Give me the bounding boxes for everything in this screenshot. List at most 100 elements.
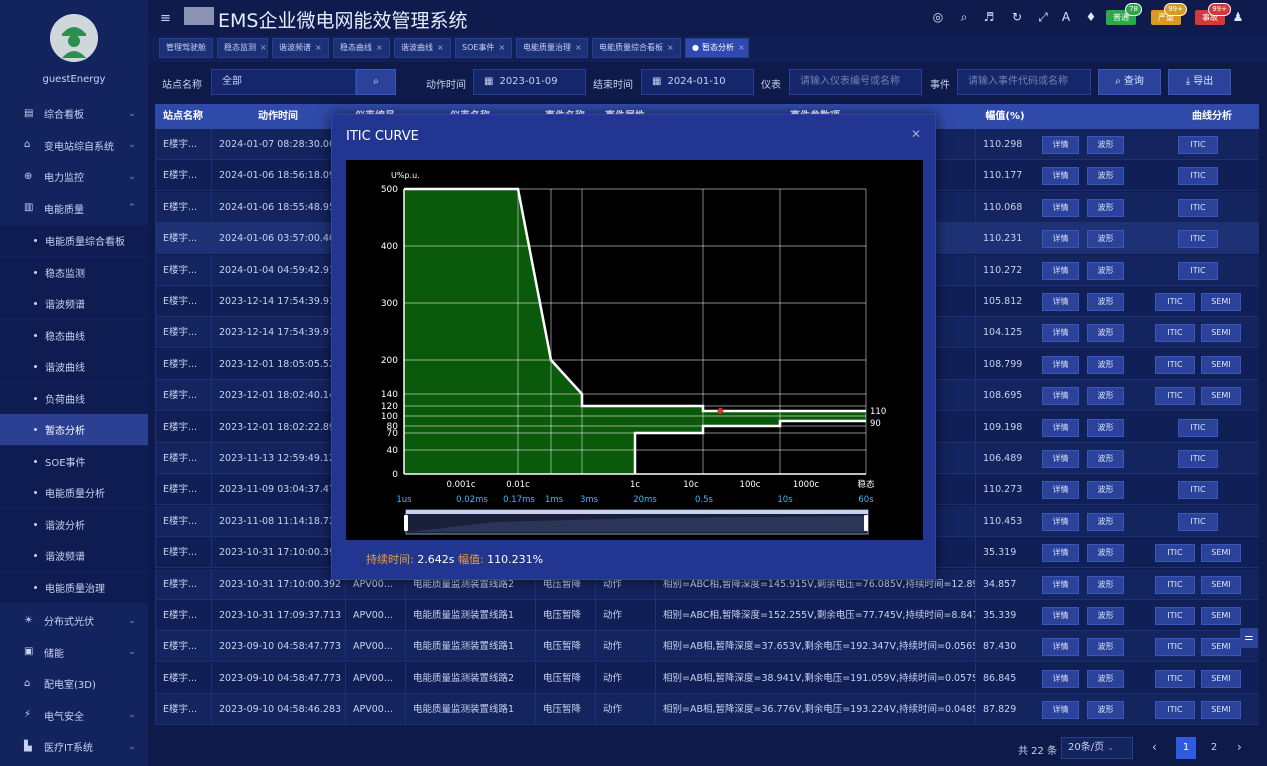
- waveform-button[interactable]: 波形: [1087, 638, 1124, 657]
- itic-button[interactable]: ITIC: [1155, 324, 1195, 343]
- sidebar-item-1[interactable]: ⌂ 变电站综自系统 ⌄: [0, 130, 148, 161]
- close-icon[interactable]: ✕: [911, 127, 921, 141]
- start-date-input[interactable]: ▦ 2023-01-09: [473, 69, 586, 95]
- mute-icon[interactable]: ♬: [982, 10, 996, 24]
- detail-button[interactable]: 详情: [1042, 387, 1079, 406]
- detail-button[interactable]: 详情: [1042, 198, 1079, 217]
- semi-button[interactable]: SEMI: [1201, 669, 1241, 688]
- event-input[interactable]: 请输入事件代码或名称: [957, 69, 1091, 95]
- theme-icon[interactable]: ♦: [1084, 10, 1098, 24]
- table-row[interactable]: E楼宇... 2023-09-10 04:58:47.773 APV00... 电能质…: [155, 662, 1259, 694]
- page-size-select[interactable]: 20条/页 ⌄: [1061, 737, 1133, 759]
- sidebar-item-0[interactable]: ▤ 综合看板 ⌄: [0, 98, 148, 129]
- itic-button[interactable]: ITIC: [1178, 261, 1218, 280]
- refresh-icon[interactable]: ↻: [1010, 10, 1024, 24]
- semi-button[interactable]: SEMI: [1201, 544, 1241, 563]
- itic-button[interactable]: ITIC: [1178, 450, 1218, 468]
- itic-button[interactable]: ITIC: [1155, 701, 1195, 720]
- sidebar-subitem-4[interactable]: 谐波曲线: [0, 351, 148, 382]
- tab-close-icon[interactable]: ×: [260, 43, 267, 52]
- alarm-badge-0[interactable]: 普通 78: [1106, 3, 1142, 25]
- tab-4[interactable]: 谐波曲线 ×: [394, 38, 451, 58]
- itic-button[interactable]: ITIC: [1155, 575, 1195, 594]
- itic-button[interactable]: ITIC: [1178, 167, 1218, 186]
- waveform-button[interactable]: 波形: [1087, 544, 1124, 563]
- settings-handle-icon[interactable]: ⚌: [1240, 628, 1258, 648]
- table-row[interactable]: E楼宇... 2023-09-10 04:58:47.773 APV00... 电能质…: [155, 631, 1259, 663]
- sidebar-subitem-1[interactable]: 稳态监测: [0, 256, 148, 288]
- tab-1[interactable]: 稳态监测 ×: [217, 38, 268, 58]
- sidebar-subitem-7[interactable]: SOE事件: [0, 445, 148, 477]
- meter-input[interactable]: 请输入仪表编号或名称: [789, 69, 922, 95]
- semi-button[interactable]: SEMI: [1201, 355, 1241, 374]
- waveform-button[interactable]: 波形: [1087, 701, 1124, 720]
- page-2-button[interactable]: 2: [1204, 737, 1224, 759]
- query-button[interactable]: ⌕ 查询: [1098, 69, 1161, 95]
- sidebar-subitem-10[interactable]: 谐波频谱: [0, 540, 148, 571]
- prev-page-icon[interactable]: ‹: [1152, 740, 1157, 754]
- itic-button[interactable]: ITIC: [1178, 512, 1218, 531]
- itic-button[interactable]: ITIC: [1178, 418, 1218, 437]
- sidebar-subitem-9[interactable]: 谐波分析: [0, 508, 148, 540]
- itic-button[interactable]: ITIC: [1155, 355, 1195, 374]
- tab-3[interactable]: 稳态曲线 ×: [333, 38, 390, 58]
- detail-button[interactable]: 详情: [1042, 669, 1079, 688]
- export-button[interactable]: ⤓ 导出: [1168, 69, 1231, 95]
- tab-2[interactable]: 谐波频谱 ×: [272, 38, 329, 58]
- alarm-badge-1[interactable]: 严重 99+: [1151, 3, 1187, 25]
- semi-button[interactable]: SEMI: [1201, 387, 1241, 406]
- sidebar-subitem-2[interactable]: 谐波频谱: [0, 288, 148, 319]
- waveform-button[interactable]: 波形: [1087, 324, 1124, 343]
- sidebar-bottom-item-4[interactable]: ▙ 医疗IT系统 ⌄: [0, 731, 148, 762]
- itic-button[interactable]: ITIC: [1155, 387, 1195, 406]
- detail-button[interactable]: 详情: [1042, 544, 1079, 563]
- sidebar-subitem-3[interactable]: 稳态曲线: [0, 319, 148, 351]
- page-1-button[interactable]: 1: [1176, 737, 1196, 759]
- sidebar-bottom-item-2[interactable]: ⌂ 配电室(3D): [0, 668, 148, 699]
- semi-button[interactable]: SEMI: [1201, 638, 1241, 657]
- itic-button[interactable]: ITIC: [1155, 669, 1195, 688]
- detail-button[interactable]: 详情: [1042, 701, 1079, 720]
- itic-button[interactable]: ITIC: [1155, 293, 1195, 311]
- sidebar-subitem-8[interactable]: 电能质量分析: [0, 477, 148, 508]
- detail-button[interactable]: 详情: [1042, 450, 1079, 468]
- sidebar-subitem-5[interactable]: 负荷曲线: [0, 382, 148, 414]
- detail-button[interactable]: 详情: [1042, 136, 1079, 154]
- tab-0[interactable]: 管理驾驶舱: [159, 38, 213, 58]
- semi-button[interactable]: SEMI: [1201, 607, 1241, 625]
- detail-button[interactable]: 详情: [1042, 481, 1079, 500]
- site-search-button[interactable]: ⌕: [356, 69, 396, 95]
- tab-close-icon[interactable]: ×: [315, 43, 322, 52]
- waveform-button[interactable]: 波形: [1087, 418, 1124, 437]
- tab-close-icon[interactable]: ×: [437, 43, 444, 52]
- menu-toggle-icon[interactable]: ≡: [160, 11, 171, 26]
- tab-6[interactable]: 电能质量治理 ×: [516, 38, 588, 58]
- sidebar-subitem-11[interactable]: 电能质量治理: [0, 571, 148, 603]
- semi-button[interactable]: SEMI: [1201, 293, 1241, 311]
- sidebar-bottom-item-3[interactable]: ⚡ 电气安全 ⌄: [0, 700, 148, 731]
- tab-close-icon[interactable]: ×: [376, 43, 383, 52]
- detail-button[interactable]: 详情: [1042, 418, 1079, 437]
- sidebar-subitem-6[interactable]: 暂态分析: [0, 414, 148, 445]
- itic-button[interactable]: ITIC: [1178, 198, 1218, 217]
- detail-button[interactable]: 详情: [1042, 324, 1079, 343]
- event-point[interactable]: [717, 407, 724, 414]
- waveform-button[interactable]: 波形: [1087, 355, 1124, 374]
- tab-8[interactable]: ● 暂态分析 ×: [685, 38, 749, 58]
- next-page-icon[interactable]: ›: [1237, 740, 1242, 754]
- itic-button[interactable]: ITIC: [1178, 481, 1218, 500]
- table-row[interactable]: E楼宇... 2023-09-10 04:58:46.283 APV00... 电能质…: [155, 694, 1259, 726]
- sidebar-bottom-item-1[interactable]: ▣ 储能 ⌄: [0, 637, 148, 668]
- tab-close-icon[interactable]: ×: [575, 43, 582, 52]
- waveform-button[interactable]: 波形: [1087, 481, 1124, 500]
- itic-button[interactable]: ITIC: [1155, 544, 1195, 563]
- table-row[interactable]: E楼宇... 2023-10-31 17:09:37.713 APV00... 电能质…: [155, 600, 1259, 631]
- itic-button[interactable]: ITIC: [1178, 230, 1218, 249]
- sidebar-item-3[interactable]: ▥ 电能质量 ⌃: [0, 193, 148, 224]
- sidebar-item-2[interactable]: ⊕ 电力监控 ⌄: [0, 161, 148, 192]
- avatar[interactable]: [50, 14, 98, 62]
- end-date-input[interactable]: ▦ 2024-01-10: [641, 69, 754, 95]
- waveform-button[interactable]: 波形: [1087, 167, 1124, 186]
- tab-close-icon[interactable]: ×: [498, 43, 505, 52]
- waveform-button[interactable]: 波形: [1087, 669, 1124, 688]
